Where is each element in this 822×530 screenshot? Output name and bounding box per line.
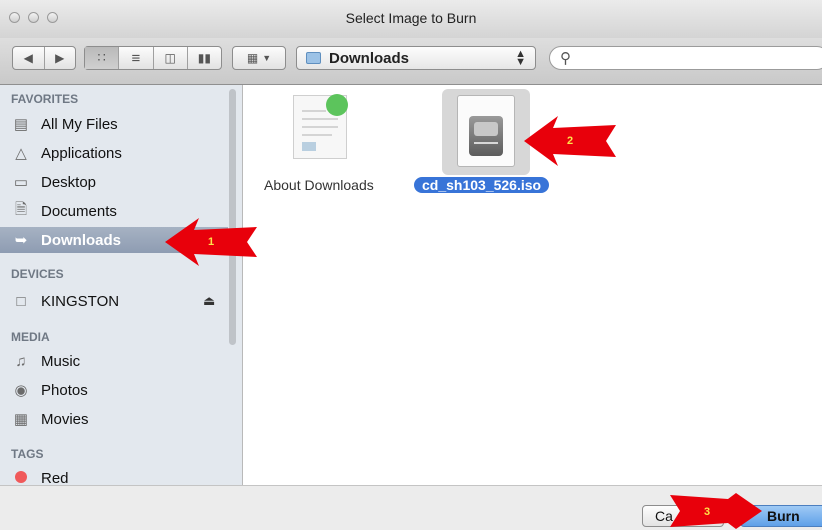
sidebar-item-label: Downloads bbox=[41, 231, 122, 249]
sidebar-item-label: Music bbox=[41, 352, 81, 370]
drive-icon: □ bbox=[16, 292, 26, 310]
all-files-icon: ▤ bbox=[13, 116, 29, 133]
toolbar: ◀ ▶ ∷ ≡ ◫ ▮▮ ▦ ▼ Downloads ▲ ▼ ⚲ bbox=[0, 38, 822, 85]
music-icon: ♫ bbox=[15, 352, 27, 370]
media-header: MEDIA bbox=[11, 330, 50, 344]
disk-image-icon bbox=[469, 116, 503, 156]
chevron-down-icon: ▼ bbox=[262, 53, 272, 63]
favorites-header: FAVORITES bbox=[11, 92, 79, 106]
thumbnail-icon bbox=[302, 142, 316, 151]
document-icon bbox=[293, 94, 348, 159]
sidebar-item-label: KINGSTON bbox=[41, 292, 120, 310]
documents-icon: 🗎 bbox=[14, 200, 28, 218]
location-popup[interactable]: Downloads ▲ ▼ bbox=[296, 46, 536, 70]
title-bar: Select Image to Burn bbox=[0, 0, 822, 39]
sidebar-item-label: Movies bbox=[41, 410, 89, 428]
file-item-about-downloads[interactable]: About Downloads bbox=[243, 85, 408, 205]
sidebar-item-label: Applications bbox=[41, 144, 122, 162]
folder-icon bbox=[306, 52, 321, 64]
file-name: About Downloads bbox=[264, 177, 374, 193]
search-field[interactable]: ⚲ bbox=[549, 46, 822, 70]
search-icon: ⚲ bbox=[560, 50, 571, 67]
arrange-button[interactable]: ▦ ▼ bbox=[232, 46, 286, 70]
back-button[interactable]: ◀ bbox=[13, 47, 45, 69]
tags-header: TAGS bbox=[11, 447, 44, 461]
columns-icon: ◫ bbox=[164, 51, 176, 65]
sidebar-item-label: Red bbox=[41, 470, 69, 486]
back-forward-control: ◀ ▶ bbox=[12, 46, 76, 70]
annotation-number-3: 3 bbox=[704, 506, 711, 518]
sidebar-item-label: Desktop bbox=[41, 173, 97, 191]
column-view-button[interactable]: ◫ bbox=[154, 47, 188, 69]
coverflow-view-button[interactable]: ▮▮ bbox=[188, 47, 221, 69]
chevron-right-icon: ▶ bbox=[55, 51, 65, 65]
devices-header: DEVICES bbox=[11, 267, 64, 281]
sidebar-item-applications[interactable]: △ Applications bbox=[0, 140, 228, 166]
sidebar: FAVORITES ▤ All My Files △ Applications … bbox=[0, 85, 243, 486]
file-name-selected[interactable]: cd_sh103_526.iso bbox=[414, 177, 550, 193]
sidebar-item-all-my-files[interactable]: ▤ All My Files bbox=[0, 111, 228, 137]
sidebar-item-kingston[interactable]: □ KINGSTON ⏏ bbox=[0, 288, 228, 314]
annotation-arrow-3 bbox=[670, 493, 762, 529]
search-input[interactable] bbox=[578, 50, 822, 67]
annotation-number-2: 2 bbox=[567, 135, 574, 147]
chevron-left-icon: ◀ bbox=[23, 51, 33, 65]
sidebar-item-photos[interactable]: ◉ Photos bbox=[0, 377, 228, 403]
list-view-button[interactable]: ≡ bbox=[119, 47, 154, 69]
coverflow-icon: ▮▮ bbox=[197, 51, 211, 65]
window-title: Select Image to Burn bbox=[345, 10, 477, 26]
list-icon: ≡ bbox=[131, 49, 141, 67]
grid-icon: ∷ bbox=[97, 50, 106, 65]
file-item-iso[interactable] bbox=[457, 95, 515, 167]
sidebar-item-label: Documents bbox=[41, 202, 117, 220]
sidebar-item-desktop[interactable]: ▭ Desktop bbox=[0, 169, 228, 195]
forward-button[interactable]: ▶ bbox=[45, 47, 76, 69]
camera-icon: ◉ bbox=[14, 382, 28, 399]
location-label: Downloads bbox=[329, 50, 410, 67]
sidebar-item-music[interactable]: ♫ Music bbox=[0, 348, 228, 374]
badge-icon bbox=[326, 94, 348, 116]
desktop-icon: ▭ bbox=[13, 174, 29, 191]
sidebar-item-tag-red[interactable]: Red bbox=[0, 466, 228, 486]
sidebar-item-label: All My Files bbox=[41, 115, 118, 133]
icon-view-button[interactable]: ∷ bbox=[85, 47, 120, 69]
arrange-grid-icon: ▦ bbox=[246, 51, 259, 65]
annotation-number-1: 1 bbox=[208, 236, 215, 248]
sidebar-item-label: Photos bbox=[41, 381, 88, 399]
eject-icon[interactable]: ⏏ bbox=[203, 293, 215, 309]
film-icon: ▦ bbox=[13, 411, 29, 428]
sidebar-item-movies[interactable]: ▦ Movies bbox=[0, 406, 228, 432]
downloads-icon: ➥ bbox=[14, 232, 28, 249]
red-tag-icon bbox=[15, 471, 27, 483]
updown-chevron-icon: ▲ ▼ bbox=[515, 48, 526, 68]
applications-icon: △ bbox=[15, 145, 27, 162]
view-mode-control: ∷ ≡ ◫ ▮▮ bbox=[84, 46, 222, 70]
